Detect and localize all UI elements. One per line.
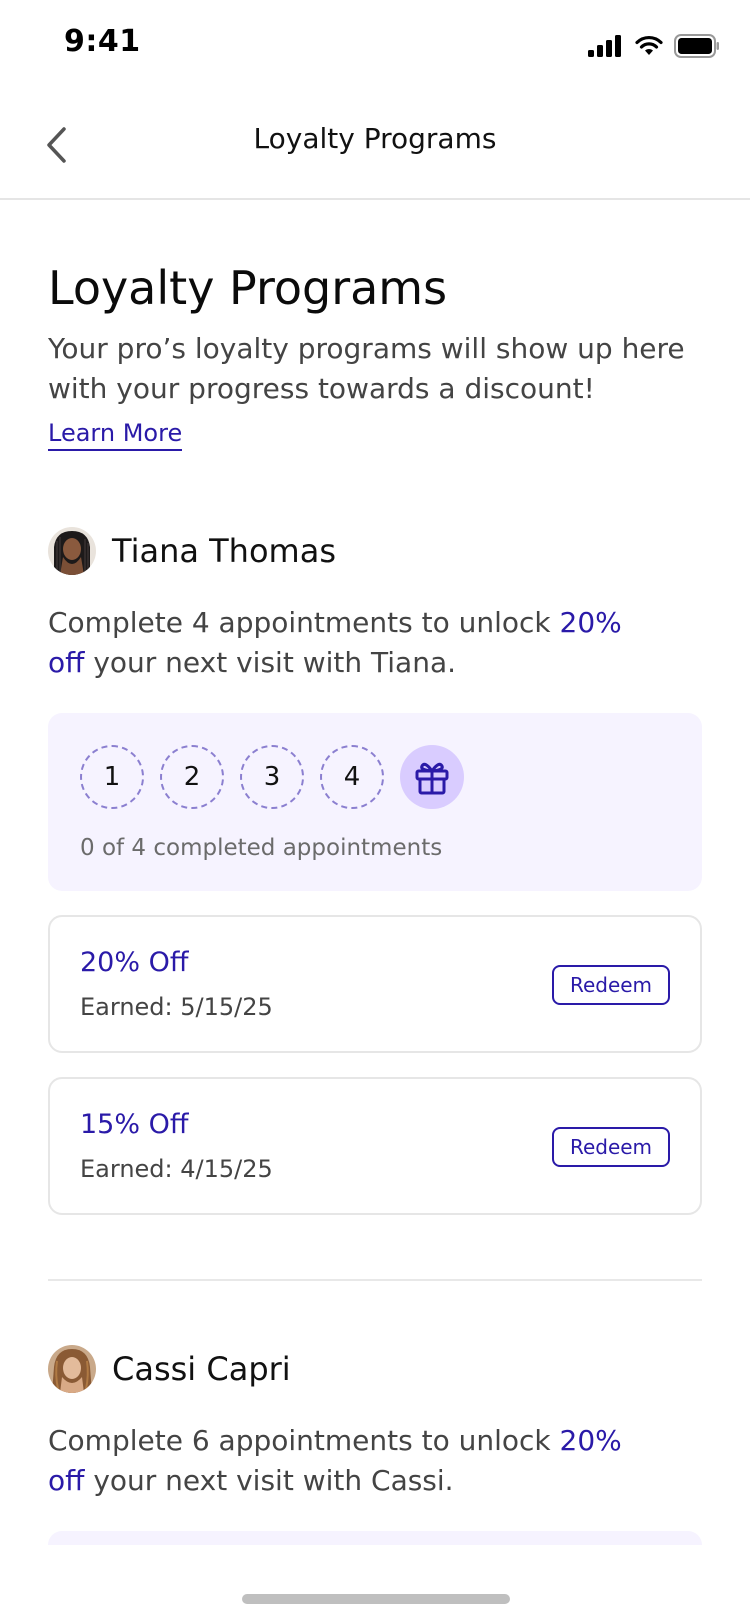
pro-name: Cassi Capri: [112, 1349, 291, 1388]
reward-title: 20% Off: [80, 946, 189, 978]
description-text-end: your next visit with Cassi.: [84, 1463, 454, 1497]
program-description: Complete 6 appointments to unlock 20% of…: [48, 1421, 648, 1501]
avatar: [48, 1344, 96, 1393]
description-text: Complete 6 appointments to unlock: [48, 1423, 560, 1457]
description-text-end: your next visit with Tiana.: [84, 645, 456, 679]
loyalty-program-cassi: Cassi Capri Complete 6 appointments to u…: [48, 1344, 702, 1545]
home-indicator: [242, 1594, 510, 1604]
reward-card: 15% Off Earned: 4/15/25 Redeem: [48, 1076, 702, 1215]
learn-more-link[interactable]: Learn More: [48, 419, 183, 451]
section-divider: [48, 1278, 702, 1281]
nav-title: Loyalty Programs: [253, 122, 497, 155]
main-content: Loyalty Programs Your pro’s loyalty prog…: [48, 262, 702, 1545]
pro-name: Tiana Thomas: [112, 531, 336, 570]
gift-icon: [415, 762, 449, 795]
wifi-icon: [635, 35, 663, 55]
progress-card: [48, 1530, 702, 1545]
program-description: Complete 4 appointments to unlock 20% of…: [48, 603, 648, 683]
status-icons: [588, 34, 720, 58]
reward-earned-date: Earned: 5/15/25: [80, 992, 273, 1021]
status-bar: 9:41: [0, 0, 750, 92]
loyalty-program-tiana: Tiana Thomas Complete 4 appointments to …: [48, 526, 702, 1215]
description-text: Complete 4 appointments to unlock: [48, 605, 560, 639]
progress-step: 1: [80, 744, 144, 809]
intro-text: Your pro’s loyalty programs will show up…: [48, 331, 685, 405]
pro-header: Tiana Thomas: [48, 526, 702, 575]
nav-bar: Loyalty Programs: [0, 100, 750, 200]
redeem-button[interactable]: Redeem: [552, 964, 670, 1005]
redeem-button[interactable]: Redeem: [552, 1126, 670, 1167]
progress-steps: 1 2 3 4: [80, 744, 670, 809]
cellular-signal-icon: [588, 35, 621, 57]
progress-step: 3: [240, 744, 304, 809]
reward-card: 20% Off Earned: 5/15/25 Redeem: [48, 914, 702, 1053]
battery-icon: [674, 34, 719, 58]
progress-card: 1 2 3 4 0 of 4 completed appointments: [48, 712, 702, 891]
progress-step: 4: [320, 744, 384, 809]
page-title: Loyalty Programs: [48, 261, 448, 315]
reward-title: 15% Off: [80, 1108, 189, 1140]
progress-text: 0 of 4 completed appointments: [80, 834, 443, 861]
avatar: [48, 526, 96, 575]
reward-gift: [400, 744, 464, 809]
reward-earned-date: Earned: 4/15/25: [80, 1154, 273, 1183]
progress-step: 2: [160, 744, 224, 809]
status-time: 9:41: [64, 24, 141, 59]
pro-header: Cassi Capri: [48, 1344, 702, 1393]
